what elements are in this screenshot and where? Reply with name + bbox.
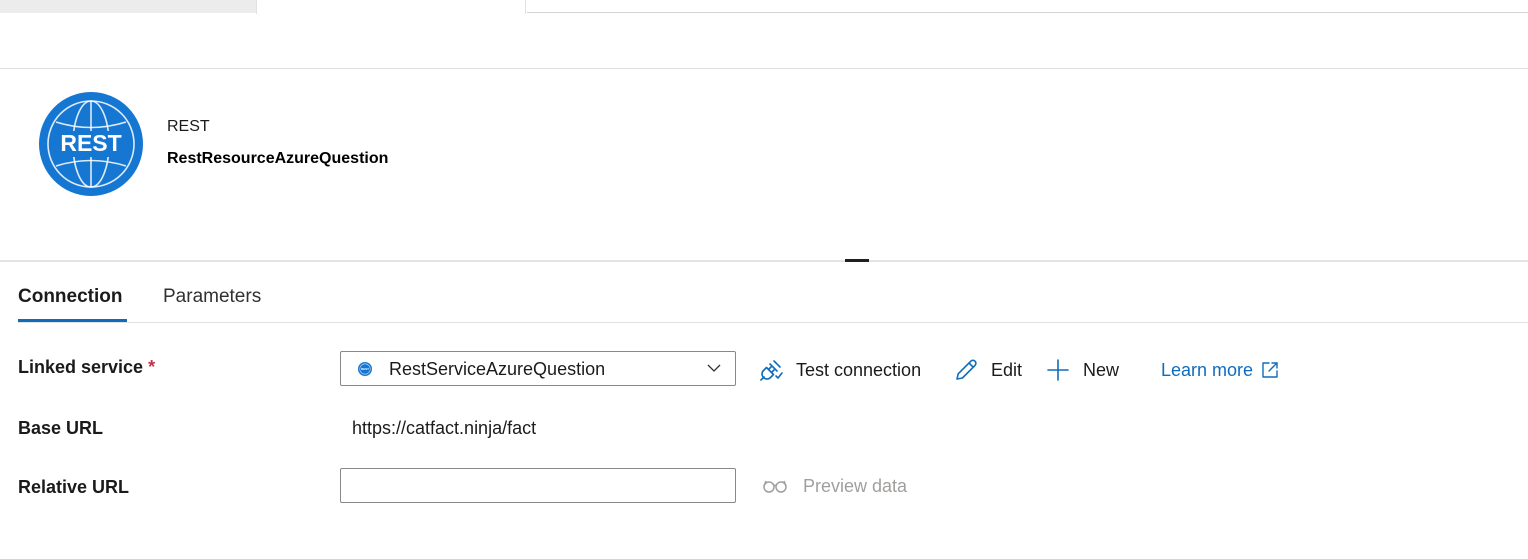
test-connection-label: Test connection: [796, 359, 922, 380]
relative-url-label: Relative URL: [18, 477, 130, 497]
linked-service-value: RestServiceAzureQuestion: [389, 359, 606, 379]
dataset-editor: REST REST RestResourceAzureQuestion Conn…: [0, 0, 1528, 559]
svg-text:REST: REST: [361, 367, 369, 371]
linked-service-label: Linked service *: [18, 357, 155, 378]
plus-icon: [1047, 359, 1069, 381]
dataset-name: RestResourceAzureQuestion: [167, 150, 389, 167]
plug-connection-icon: [760, 360, 783, 381]
toolbar-divider: [0, 68, 1528, 69]
preview-data-label: Preview data: [803, 475, 908, 496]
preview-data-button[interactable]: Preview data: [762, 472, 907, 500]
new-linked-service-button[interactable]: New: [1046, 355, 1119, 385]
external-link-icon: [1262, 362, 1278, 378]
learn-more-link[interactable]: Learn more: [1161, 355, 1279, 385]
splitter-handle[interactable]: [845, 259, 869, 262]
chevron-down-icon: [707, 364, 721, 372]
document-tab-active[interactable]: [256, 0, 526, 14]
relative-url-input[interactable]: [340, 468, 736, 503]
pencil-icon: [956, 359, 977, 380]
pane-splitter[interactable]: [0, 260, 1528, 262]
rest-service-icon: REST: [358, 362, 372, 376]
glasses-icon: [763, 480, 787, 493]
document-tab-strip: [0, 0, 1528, 14]
test-connection-button[interactable]: Test connection: [758, 355, 921, 385]
dataset-type-label: REST: [167, 118, 210, 135]
base-url-label: Base URL: [18, 418, 104, 438]
tab-parameters[interactable]: Parameters: [163, 286, 261, 308]
tab-strip-divider: [527, 12, 1528, 13]
required-marker: *: [148, 357, 156, 377]
edit-linked-service-button[interactable]: Edit: [953, 355, 1022, 385]
linked-service-label-text: Linked service: [18, 357, 144, 377]
linked-service-dropdown[interactable]: REST RestServiceAzureQuestion: [340, 351, 736, 386]
learn-more-label: Learn more: [1161, 359, 1254, 380]
rest-icon-text: REST: [60, 130, 121, 156]
new-label: New: [1083, 359, 1120, 380]
tab-connection[interactable]: Connection: [18, 286, 123, 308]
edit-label: Edit: [991, 359, 1023, 380]
rest-globe-icon: REST: [39, 92, 143, 196]
tabs-divider: [18, 322, 1528, 323]
base-url-value: https://catfact.ninja/fact: [352, 418, 537, 438]
document-tab-inactive[interactable]: [0, 0, 256, 13]
